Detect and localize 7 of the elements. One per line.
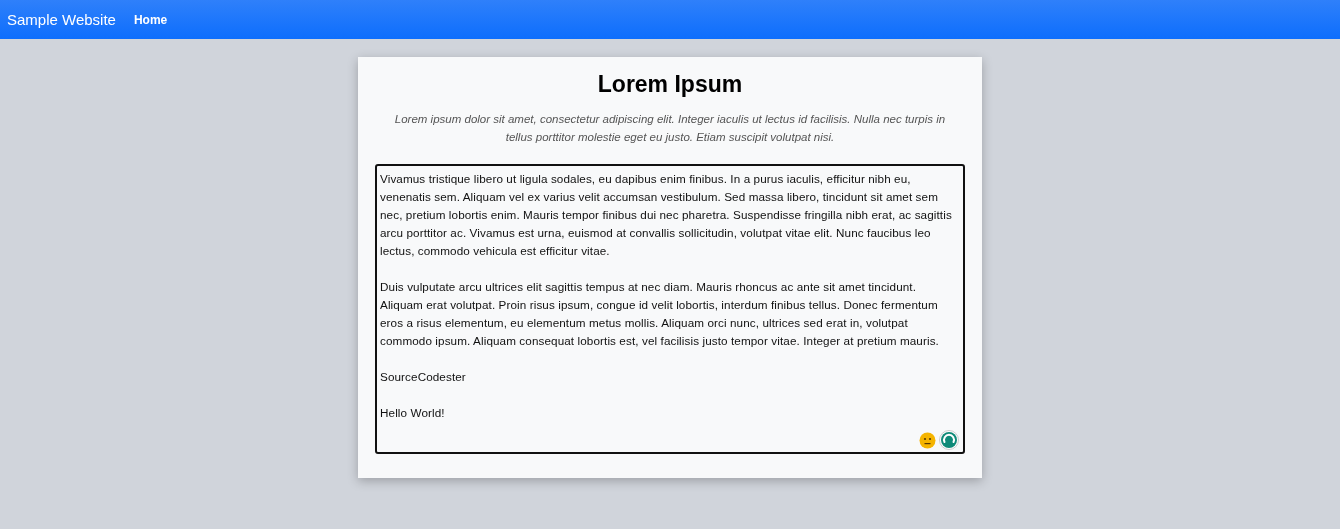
neutral-face-icon[interactable]: [919, 431, 936, 449]
nav-link[interactable]: Home: [133, 12, 168, 27]
site-brand[interactable]: Sample Website: [7, 11, 116, 28]
page-title: Lorem Ipsum: [596, 71, 744, 98]
spinner-icon[interactable]: [939, 430, 959, 450]
text-area[interactable]: Vivamus tristique libero ut ligula sodales, eu dapibus enim finibus. In a purus iaculis, efficitur nibh eu, venenatis sem. Aliquam vel ex varius velit accumsan vestibulum. Sed massa libero, tincidunt sit amet sem nec, pretium lobortis enim. Mauris tempor finibus dui nec pharetra. Suspendisse fringilla nibh erat, ac sagittis arcu porttitor ac. Vivamus est urna, euismod at convallis sollicitudin, volutpat vitae elit. Nunc faucibus leo lectus, commodo vehicula est efficitur vitae. Duis vulputate arcu ultrices elit sagittis tempus at nec diam. Mauris rhoncus ac ante sit amet tincidunt. Aliquam erat volutpat. Proin risus ipsum, congue id velit lobortis, interdum finibus tellus. Donec fermentum eros a risus elementum, eu elementum metus mollis. Aliquam orci nunc, ultrices sed erat in, volutpat commodo ipsum. Aliquam consequat lobortis est, vel facilisis justo tempor vitae. Integer at pretium mauris. SourceCodester Hello World!: [375, 164, 965, 454]
subtitle: Lorem ipsum dolor sit amet, consectetur adipiscing elit. Integer iaculis ut lectus id facilisis. Nulla nec turpis in tellus porttitor molestie eget eu justo. Etiam suscipit volutpat nisi.: [393, 112, 947, 145]
